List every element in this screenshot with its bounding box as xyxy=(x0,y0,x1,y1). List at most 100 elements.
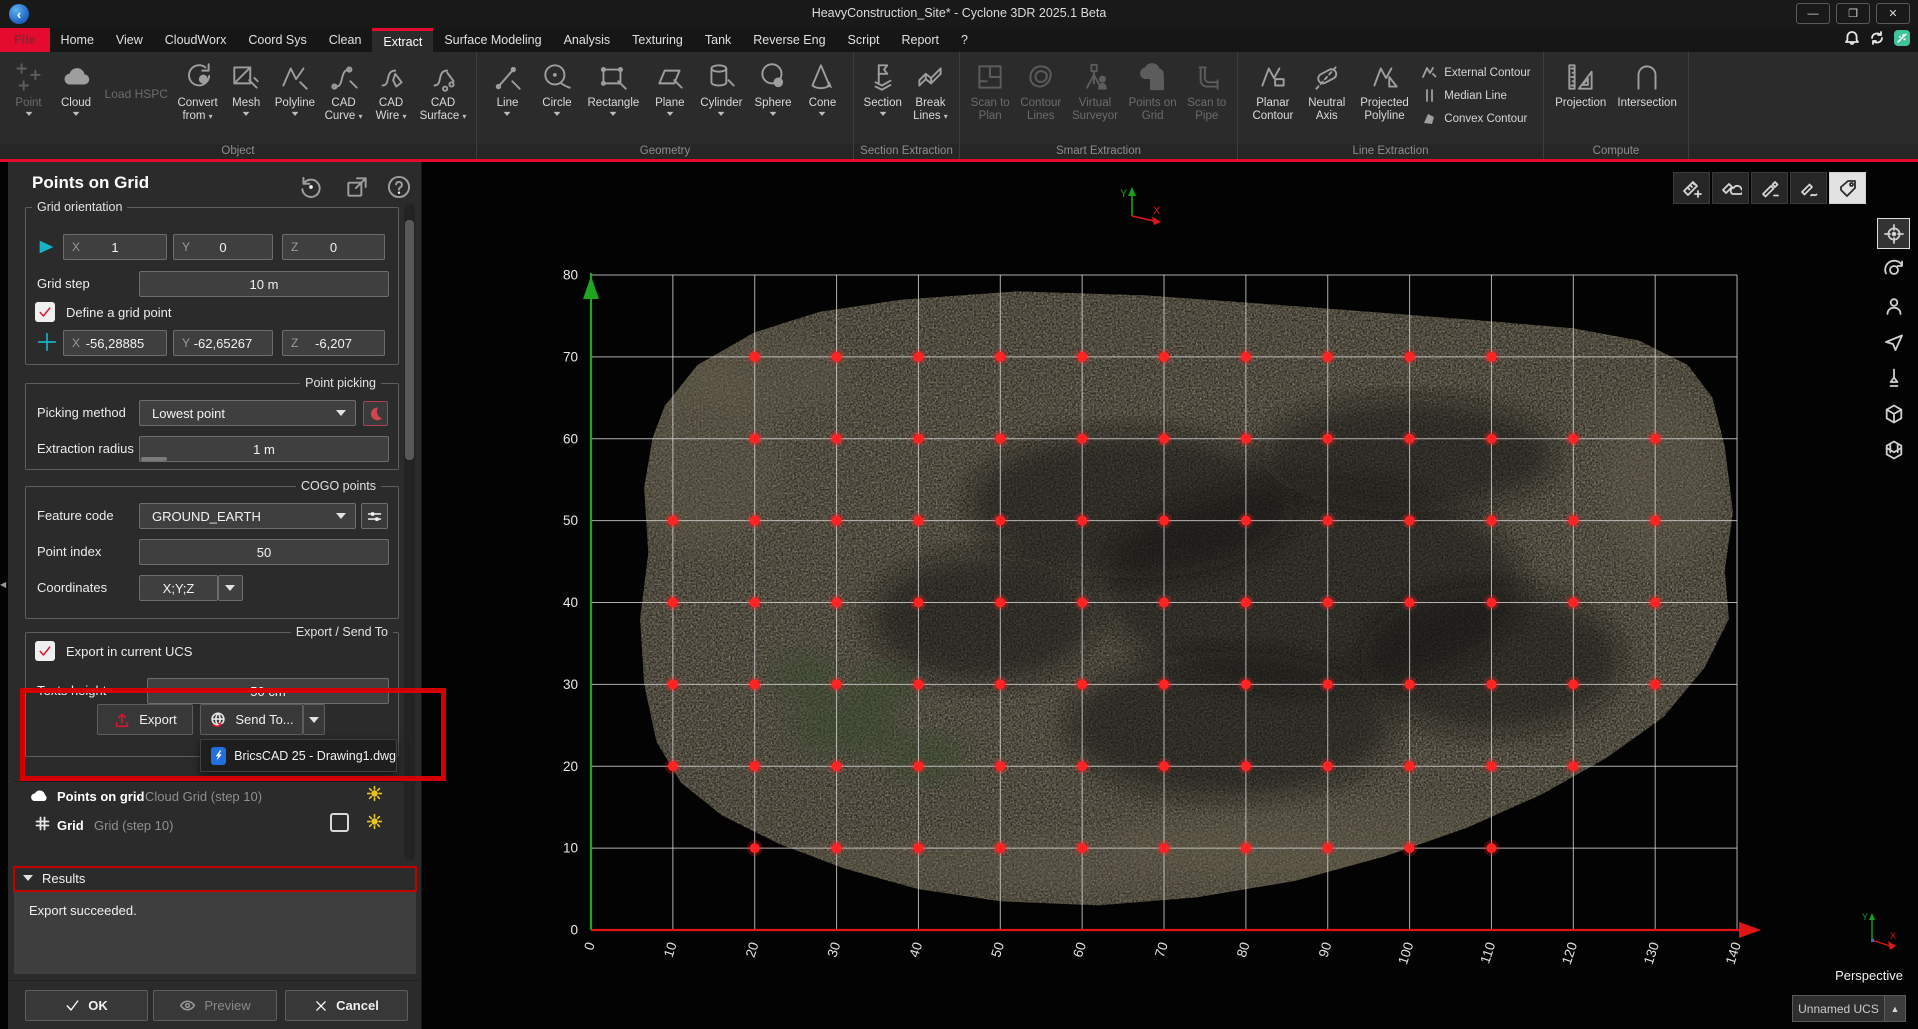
ribbon-item-point[interactable]: Point▾ xyxy=(8,55,50,119)
feature-code-dropdown[interactable]: GROUND_EARTH xyxy=(139,503,356,529)
label-tag-button[interactable] xyxy=(1829,172,1866,204)
layer-points-on-grid[interactable]: Points on grid xyxy=(57,789,144,804)
menu-tab-reverse-eng[interactable]: Reverse Eng xyxy=(742,28,836,52)
ribbon-item-projected-polyline[interactable]: ProjectedPolyline xyxy=(1358,55,1411,125)
ribbon-item-mesh[interactable]: Mesh▾ xyxy=(225,55,267,119)
pen-mark-button[interactable] xyxy=(1751,172,1788,204)
ribbon-item-virtual-surveyor[interactable]: VirtualSurveyor xyxy=(1070,55,1120,125)
point-index-field[interactable]: 50 xyxy=(139,539,389,565)
define-grid-point-checkbox[interactable] xyxy=(35,302,55,322)
help-icon[interactable] xyxy=(386,174,412,200)
ribbon-item-scan-to-plan[interactable]: Scan toPlan xyxy=(969,55,1012,125)
radius-slider-handle[interactable] xyxy=(141,457,167,461)
point-z-field[interactable]: Z-6,207 xyxy=(282,330,385,356)
ribbon-item-convex-contour[interactable]: Convex Contour xyxy=(1421,110,1527,127)
minimize-button[interactable]: — xyxy=(1796,3,1830,24)
detach-icon[interactable] xyxy=(344,174,370,200)
pen-wave-button[interactable] xyxy=(1790,172,1827,204)
grid-step-field[interactable]: 10 m xyxy=(139,271,389,297)
ribbon-item-contour-lines[interactable]: ContourLines xyxy=(1018,55,1063,125)
ribbon-item-projection[interactable]: Projection xyxy=(1553,55,1608,112)
ribbon-item-plane[interactable]: Plane▾ xyxy=(649,55,691,119)
orientation-y-field[interactable]: Y0 xyxy=(173,234,273,260)
cube-button[interactable] xyxy=(1877,398,1910,429)
ribbon-item-polyline[interactable]: Polyline▾ xyxy=(273,55,317,119)
ribbon-item-break-lines[interactable]: BreakLines ▾ xyxy=(909,55,951,125)
fly-button[interactable] xyxy=(1877,326,1910,357)
ribbon-item-convert-from[interactable]: Convertfrom ▾ xyxy=(175,55,219,125)
send-to-dropdown-button[interactable] xyxy=(303,704,325,735)
ribbon-item-sphere[interactable]: Sphere▾ xyxy=(752,55,794,119)
measure-cloud-button[interactable] xyxy=(1712,172,1749,204)
preview-button[interactable]: Preview xyxy=(153,990,277,1021)
visibility-bulb-icon[interactable] xyxy=(366,785,383,802)
orbit-button[interactable] xyxy=(1877,254,1910,285)
lowest-point-toggle-button[interactable] xyxy=(363,401,388,426)
menu-tab-home[interactable]: Home xyxy=(50,28,105,52)
ribbon-item-neutral-axis[interactable]: NeutralAxis xyxy=(1306,55,1348,125)
ribbon-item-section[interactable]: Section▾ xyxy=(862,55,904,119)
menu-tab-file[interactable]: File xyxy=(0,28,50,52)
coordinates-select-arrow[interactable] xyxy=(218,575,243,601)
menu-tab-view[interactable]: View xyxy=(105,28,154,52)
ribbon-item-points-on-grid[interactable]: Points onGrid xyxy=(1127,55,1179,125)
ok-button[interactable]: OK xyxy=(25,990,148,1021)
menu-tab-clean[interactable]: Clean xyxy=(318,28,373,52)
ribbon-item-planar-contour[interactable]: PlanarContour xyxy=(1250,55,1295,125)
scrollbar-thumb[interactable] xyxy=(405,220,414,460)
ribbon-item-rectangle[interactable]: Rectangle▾ xyxy=(586,55,642,119)
close-button[interactable]: ✕ xyxy=(1876,3,1910,24)
ribbon-item-cylinder[interactable]: Cylinder▾ xyxy=(698,55,744,119)
picking-method-dropdown[interactable]: Lowest point xyxy=(139,400,356,426)
feature-code-settings-button[interactable] xyxy=(361,503,388,529)
export-button[interactable]: Export xyxy=(97,704,193,735)
camera-view-button[interactable] xyxy=(1877,290,1910,321)
grid-layer-checkbox[interactable] xyxy=(330,813,349,832)
menu-tab--[interactable]: ? xyxy=(950,28,979,52)
texts-height-field[interactable]: 50 cm xyxy=(147,678,389,704)
panel-collapse-arrow[interactable]: ◀ xyxy=(0,576,8,594)
menu-tab-surface-modeling[interactable]: Surface Modeling xyxy=(433,28,552,52)
orientation-z-field[interactable]: Z0 xyxy=(282,234,385,260)
menu-tab-extract[interactable]: Extract xyxy=(372,28,433,52)
send-to-menu-item[interactable]: BricsCAD 25 - Drawing1.dwg xyxy=(234,749,396,763)
ribbon-item-cloud[interactable]: Cloud▾ xyxy=(55,55,97,119)
point-y-field[interactable]: Y-62,65267 xyxy=(173,330,273,356)
ribbon-item-intersection[interactable]: Intersection xyxy=(1615,55,1678,112)
ribbon-item-line[interactable]: Line▾ xyxy=(487,55,529,119)
extraction-radius-field[interactable]: 1 m xyxy=(139,436,389,462)
ucs-target-button[interactable] xyxy=(1877,218,1910,249)
orientation-x-field[interactable]: X1 xyxy=(63,234,167,260)
menu-tab-script[interactable]: Script xyxy=(837,28,891,52)
menu-tab-texturing[interactable]: Texturing xyxy=(621,28,694,52)
menu-tab-tank[interactable]: Tank xyxy=(694,28,742,52)
menu-tab-analysis[interactable]: Analysis xyxy=(553,28,622,52)
points-badge-icon[interactable] xyxy=(1894,30,1910,46)
ribbon-item-circle[interactable]: Circle▾ xyxy=(536,55,578,119)
plumb-button[interactable] xyxy=(1877,362,1910,393)
measure-add-button[interactable] xyxy=(1673,172,1710,204)
cancel-button[interactable]: Cancel xyxy=(285,990,408,1021)
send-to-button[interactable]: Send To... xyxy=(200,704,303,735)
panel-scrollbar[interactable] xyxy=(404,204,415,860)
export-ucs-checkbox[interactable] xyxy=(35,641,55,661)
ribbon-item-cad-surface[interactable]: CADSurface ▾ xyxy=(418,55,469,125)
ribbon-item-load-hspc[interactable]: Load HSPC xyxy=(103,55,170,135)
ribbon-item-external-contour[interactable]: External Contour xyxy=(1421,64,1530,81)
visibility-bulb-icon[interactable] xyxy=(366,813,383,830)
menu-tab-cloudworx[interactable]: CloudWorx xyxy=(154,28,238,52)
point-x-field[interactable]: X-56,28885 xyxy=(63,330,167,356)
results-header[interactable]: Results xyxy=(14,866,416,890)
layer-grid[interactable]: Grid xyxy=(57,818,84,833)
restore-button[interactable]: ❐ xyxy=(1836,3,1870,24)
ribbon-item-cad-wire[interactable]: CADWire ▾ xyxy=(370,55,412,125)
menu-tab-report[interactable]: Report xyxy=(891,28,951,52)
menu-tab-coord-sys[interactable]: Coord Sys xyxy=(237,28,317,52)
ribbon-item-cad-curve[interactable]: CADCurve ▾ xyxy=(323,55,365,125)
reset-icon[interactable] xyxy=(298,174,324,200)
ribbon-item-median-line[interactable]: Median Line xyxy=(1421,87,1507,104)
mesh-view-button[interactable] xyxy=(1877,434,1910,465)
notifications-bell-icon[interactable] xyxy=(1844,30,1860,46)
ribbon-item-cone[interactable]: Cone▾ xyxy=(801,55,843,119)
sync-icon[interactable] xyxy=(1869,30,1885,46)
